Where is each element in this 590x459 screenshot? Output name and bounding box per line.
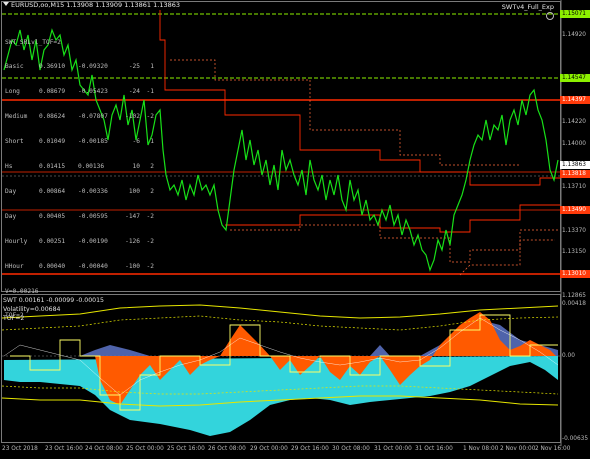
expert-advisor-name[interactable]: SWTv4_Full_Exp <box>502 3 554 11</box>
price-tag: 1.13150 <box>562 249 586 255</box>
panel-volatility: V=0.00216 <box>5 287 39 295</box>
swt-levels-panel: SWT_SRLvl_TOF=2 Basic 0.36910 -0.09320 -25 1… <box>5 22 154 329</box>
date-label: 2 Nov 16:00 <box>535 446 571 452</box>
price-tag: 1.14220 <box>562 119 586 125</box>
date-label: 26 Oct 08:00 <box>208 446 246 452</box>
indicator-volatility: Volatility=0.00684 <box>3 306 61 313</box>
price-tag: 1.13370 <box>562 228 586 234</box>
date-label: 31 Oct 00:00 <box>374 446 412 452</box>
indicator-header: SWT 0.00161 -0.00099 -0.00015 <box>3 297 104 304</box>
panel-row: HHour 0.00040 -0.00040 -100 -2 <box>5 262 154 270</box>
ea-smiley-icon <box>546 12 554 20</box>
price-tag: 1.13818 <box>560 170 590 178</box>
price-tag: 1.15071 <box>560 10 590 18</box>
date-label: 2 Nov 00:00 <box>500 446 536 452</box>
date-label: 25 Oct 00:00 <box>126 446 164 452</box>
date-label: 29 Oct 00:00 <box>250 446 288 452</box>
indicator-scale-label: -0.00635 <box>562 436 589 442</box>
date-label: 30 Oct 08:00 <box>332 446 370 452</box>
date-label: 29 Oct 16:00 <box>291 446 329 452</box>
price-tag: 1.13863 <box>560 161 590 169</box>
date-label: 1 Nov 08:00 <box>463 446 499 452</box>
price-tag: 1.13710 <box>562 184 586 190</box>
panel-row: Day 0.00405 -0.00595 -147 -2 <box>5 212 154 220</box>
price-tag: 1.12865 <box>562 293 586 299</box>
date-label: 24 Oct 08:00 <box>85 446 123 452</box>
price-tag: 1.14920 <box>562 32 586 38</box>
date-label: 23 Oct 2018 <box>2 446 38 452</box>
panel-row: Basic 0.36910 -0.09320 -25 1 <box>5 63 154 71</box>
panel-row: Hourly 0.00251 -0.00190 -126 -2 <box>5 237 154 245</box>
panel-title: SWT_SRLvl_TOF=2 <box>5 38 61 46</box>
panel-tof: TOF=2 <box>5 312 24 320</box>
price-tag: 1.14000 <box>562 141 586 147</box>
panel-row: Short 0.01049 -0.00185 -6 1 <box>5 138 154 146</box>
panel-row: Long 0.08679 -0.05423 -24 -1 <box>5 88 154 96</box>
price-tag: 1.14547 <box>560 74 590 82</box>
date-label: 31 Oct 16:00 <box>415 446 453 452</box>
indicator-scale-label: 0.00 <box>562 353 575 359</box>
price-tag: 1.13010 <box>560 270 590 278</box>
panel-row: Medium 0.08624 -0.07807 -102 -2 <box>5 113 154 121</box>
date-label: 25 Oct 16:00 <box>167 446 205 452</box>
panel-row: Day 0.00864 -0.00336 100 2 <box>5 187 154 195</box>
price-tag: 1.14397 <box>560 96 590 104</box>
indicator-tof: TOF=2 <box>3 315 25 322</box>
panel-row: Hs 0.01415 0.00136 10 2 <box>5 163 154 171</box>
indicator-scale-label: 0.00418 <box>562 301 586 307</box>
symbol-info: EURUSD,oo,M15 1.13908 1.13909 1.13861 1.… <box>3 1 180 9</box>
date-label: 23 Oct 16:00 <box>45 446 83 452</box>
price-tag: 1.13490 <box>560 206 590 214</box>
